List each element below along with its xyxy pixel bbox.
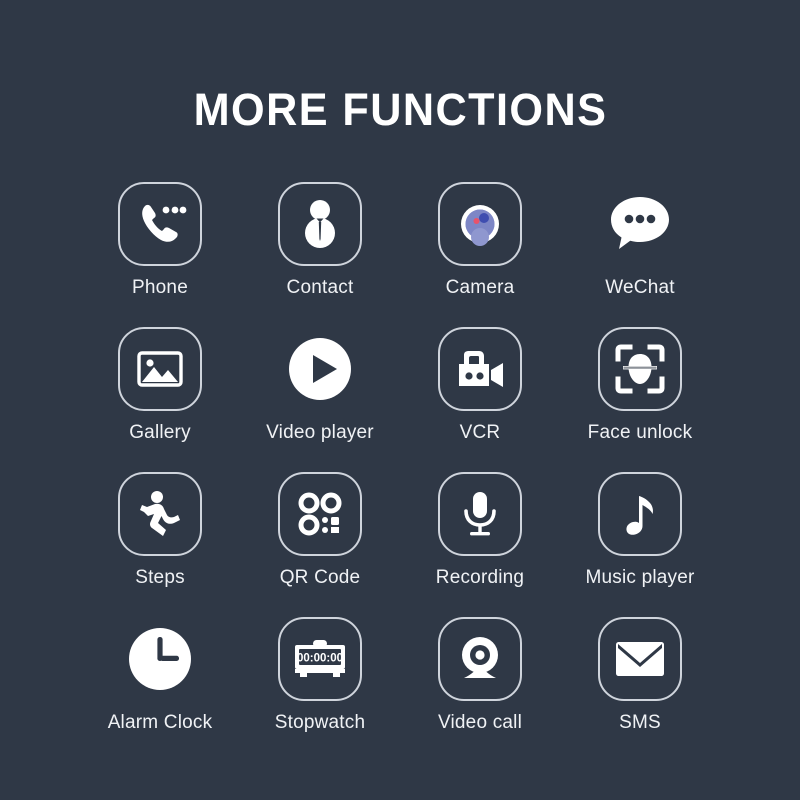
alarm-clock-icon	[129, 628, 191, 690]
app-item-video-call[interactable]: Video call	[405, 617, 555, 734]
app-tile[interactable]	[118, 327, 202, 411]
app-item-camera[interactable]: Camera	[405, 182, 555, 299]
app-item-face-unlock[interactable]: Face unlock	[565, 327, 715, 444]
app-label: Steps	[135, 567, 185, 588]
phone-icon	[142, 204, 187, 242]
app-item-recording[interactable]: Recording	[405, 472, 555, 589]
app-tile[interactable]	[598, 327, 682, 411]
app-tile[interactable]	[438, 617, 522, 701]
webcam-icon	[462, 637, 498, 678]
app-item-video-player[interactable]: Video player	[245, 327, 395, 444]
stopwatch-icon: 00:00:00	[295, 640, 345, 677]
app-item-steps[interactable]: Steps	[85, 472, 235, 589]
app-label: Phone	[132, 277, 188, 298]
app-tile[interactable]	[278, 327, 362, 411]
steps-icon	[140, 491, 180, 536]
app-label: SMS	[619, 712, 661, 733]
app-tile[interactable]	[278, 182, 362, 266]
wechat-icon	[611, 197, 669, 249]
app-tile[interactable]	[438, 327, 522, 411]
app-tile[interactable]: 00:00:00	[278, 617, 362, 701]
page-title: MORE FUNCTIONS	[193, 84, 607, 135]
vcr-icon	[459, 351, 503, 387]
app-label: Camera	[445, 277, 515, 298]
app-item-phone[interactable]: Phone	[85, 182, 235, 299]
app-item-music-player[interactable]: Music player	[565, 472, 715, 589]
app-tile[interactable]	[438, 182, 522, 266]
app-grid: Phone Contact Camera WeChat Gallery Vide…	[80, 182, 720, 734]
app-tile[interactable]	[598, 617, 682, 701]
app-item-vcr[interactable]: VCR	[405, 327, 555, 444]
app-tile[interactable]	[118, 182, 202, 266]
app-tile[interactable]	[598, 182, 682, 266]
face-unlock-icon	[615, 344, 665, 394]
microphone-icon	[464, 492, 496, 536]
app-label: Recording	[435, 567, 525, 588]
app-label: Music player	[585, 567, 695, 588]
app-label: Face unlock	[587, 422, 693, 443]
more-functions-screen: MORE FUNCTIONS Phone Contact Camera WeCh…	[0, 0, 800, 800]
envelope-icon	[616, 642, 664, 676]
app-label: Video player	[266, 422, 374, 443]
app-label: Contact	[286, 277, 354, 298]
app-item-alarm-clock[interactable]: Alarm Clock	[85, 617, 235, 734]
app-tile[interactable]	[118, 617, 202, 701]
video-player-icon	[289, 338, 351, 400]
qr-code-icon	[298, 492, 342, 536]
app-tile[interactable]	[438, 472, 522, 556]
app-label: Video call	[437, 712, 523, 733]
contact-icon	[305, 200, 335, 248]
app-label: Stopwatch	[274, 712, 366, 733]
stopwatch-display: 00:00:00	[297, 652, 343, 664]
app-item-qr-code[interactable]: QR Code	[245, 472, 395, 589]
app-tile[interactable]	[598, 472, 682, 556]
app-label: WeChat	[605, 277, 675, 298]
app-label: VCR	[459, 422, 501, 443]
app-item-gallery[interactable]: Gallery	[85, 327, 235, 444]
app-tile[interactable]	[278, 472, 362, 556]
gallery-icon	[137, 351, 183, 387]
app-tile[interactable]	[118, 472, 202, 556]
app-label: QR Code	[279, 567, 361, 588]
app-item-contact[interactable]: Contact	[245, 182, 395, 299]
camera-icon	[461, 205, 499, 246]
app-item-sms[interactable]: SMS	[565, 617, 715, 734]
app-item-stopwatch[interactable]: 00:00:00 Stopwatch	[245, 617, 395, 734]
music-note-icon	[626, 496, 653, 535]
app-item-wechat[interactable]: WeChat	[565, 182, 715, 299]
app-label: Gallery	[129, 422, 191, 443]
app-label: Alarm Clock	[107, 712, 213, 733]
